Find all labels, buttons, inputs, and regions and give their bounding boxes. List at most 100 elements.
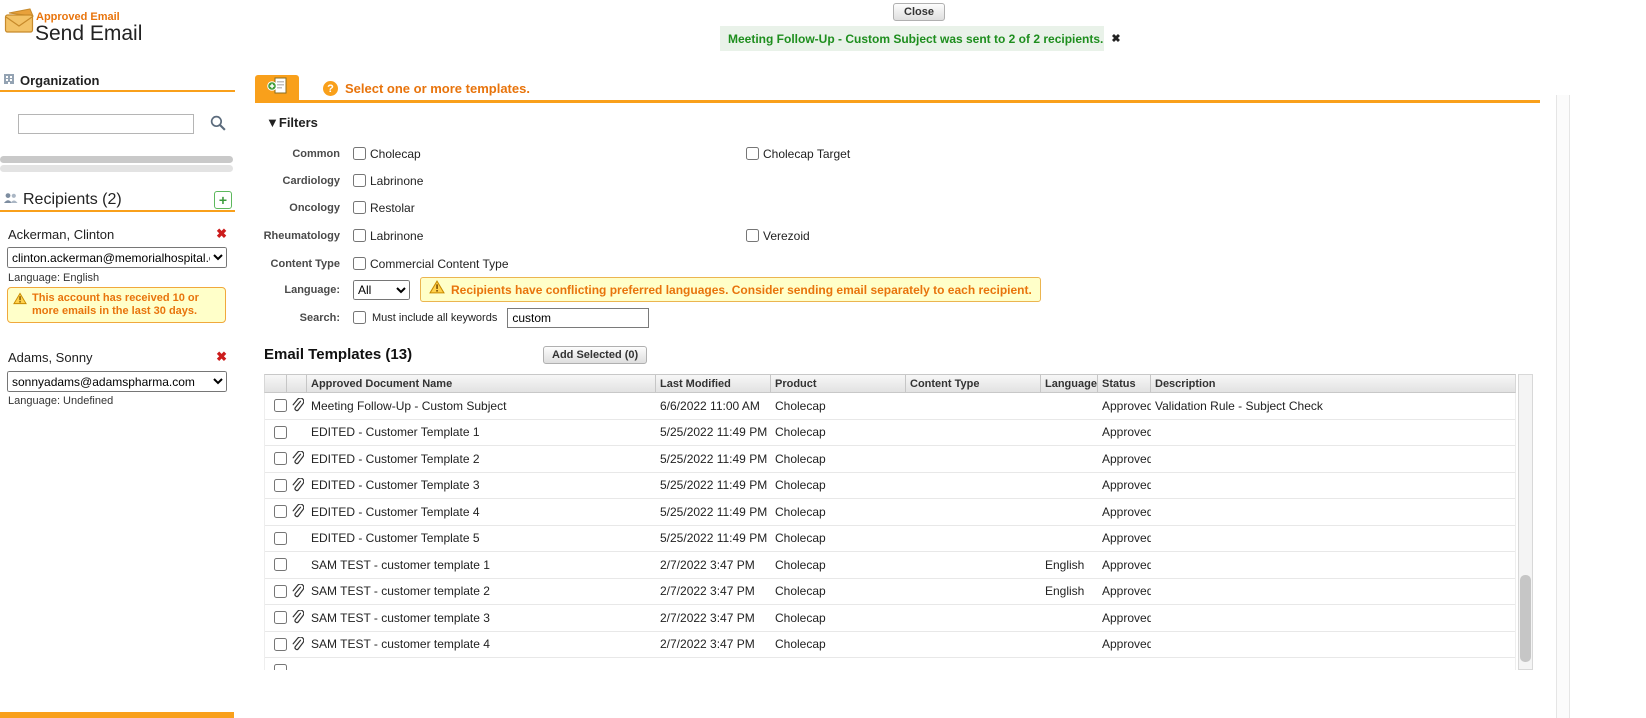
cell-last-modified: 2/7/2022 3:47 PM <box>656 584 771 598</box>
col-product[interactable]: Product <box>771 375 906 392</box>
cell-product: Cholecap <box>771 531 906 545</box>
row-checkbox[interactable] <box>274 611 287 624</box>
add-selected-button[interactable]: Add Selected (0) <box>543 346 647 364</box>
row-checkbox[interactable] <box>274 452 287 465</box>
cell-document-name: EDITED - Customer Template 5 <box>307 531 656 545</box>
recipient-email-select[interactable]: sonnyadams@adamspharma.com <box>7 371 227 392</box>
help-icon: ? <box>323 81 338 96</box>
table-row: SAM TEST - customer template 3 2/7/2022 … <box>265 605 1515 632</box>
cell-status: Approved <box>1098 558 1151 572</box>
filter-checkbox-labrinone-rheum[interactable] <box>353 229 366 242</box>
filter-row-cardiology: Cardiology Labrinone <box>255 170 1355 191</box>
chevron-down-icon: ▼ <box>266 115 279 130</box>
cell-status: Approved <box>1098 637 1151 651</box>
row-checkbox[interactable] <box>274 505 287 518</box>
filter-option-label: Commercial Content Type <box>370 257 509 271</box>
recipient-email-select[interactable]: clinton.ackerman@memorialhospital.com <box>7 247 227 268</box>
cell-last-modified: 5/25/2022 11:49 PM <box>656 452 771 466</box>
col-language[interactable]: Language <box>1041 375 1098 392</box>
filters-title: Filters <box>279 115 318 130</box>
cell-document-name: SAM TEST - customer template 3 <box>307 611 656 625</box>
filter-row-rheumatology: Rheumatology Labrinone Verezoid <box>255 225 1355 246</box>
remove-recipient-icon[interactable]: ✖ <box>216 349 227 365</box>
cell-status: Approved <box>1098 478 1151 492</box>
organization-icon <box>3 72 15 90</box>
approved-email-logo-icon <box>4 7 36 40</box>
recipient-language: Language: English <box>8 272 99 284</box>
cell-document-name: EDITED - Customer Template 2 <box>307 452 656 466</box>
filter-row-language: Language: All Recipients have conflictin… <box>255 279 1355 300</box>
cell-document-name: EDITED - Customer Template 1 <box>307 425 656 439</box>
template-search-input[interactable] <box>507 308 649 328</box>
row-checkbox[interactable] <box>274 558 287 571</box>
recipients-icon <box>3 191 18 209</box>
table-row: SAM TEST - customer template 1 2/7/2022 … <box>265 552 1515 579</box>
cell-document-name: SAM TEST - customer template 2 <box>307 584 656 598</box>
email-templates-title: Email Templates (13) <box>264 346 412 363</box>
col-approved-document-name[interactable]: Approved Document Name <box>307 375 656 392</box>
cell-last-modified: 2/7/2022 3:47 PM <box>656 611 771 625</box>
add-document-icon <box>267 77 288 99</box>
filter-checkbox-restolar[interactable] <box>353 201 366 214</box>
cell-document-name: SAM TEST - customer template 1 <box>307 558 656 572</box>
row-checkbox[interactable] <box>274 399 287 412</box>
table-scrollbar-thumb[interactable] <box>1520 575 1531 662</box>
cell-document-name: SAM TEST - customer template 4 <box>307 637 656 651</box>
cell-document-name: EDITED - Customer Template 3 <box>307 478 656 492</box>
cell-description: Validation Rule - Subject Check <box>1151 399 1515 413</box>
toast-close-icon[interactable]: ✖ <box>1111 32 1120 45</box>
table-row <box>265 658 1515 670</box>
col-description[interactable]: Description <box>1151 375 1515 392</box>
page-scrollbar[interactable] <box>1556 95 1570 718</box>
filter-label: Language: <box>255 284 340 296</box>
recipient-row: Ackerman, Clinton ✖ <box>8 226 227 242</box>
row-checkbox[interactable] <box>274 585 287 598</box>
filter-checkbox-cholecap-target[interactable] <box>746 147 759 160</box>
tab-templates[interactable] <box>255 75 299 101</box>
filter-option-label: Labrinone <box>370 174 423 188</box>
filter-checkbox-commercial-content-type[interactable] <box>353 257 366 270</box>
filter-option-label: Restolar <box>370 201 415 215</box>
account-email-warning: This account has received 10 or more ema… <box>7 287 226 323</box>
org-list-scrollbar[interactable] <box>0 156 233 172</box>
org-search-input[interactable] <box>18 114 194 134</box>
col-last-modified[interactable]: Last Modified <box>656 375 771 392</box>
attachment-icon <box>291 504 304 519</box>
col-status[interactable]: Status <box>1098 375 1151 392</box>
row-checkbox[interactable] <box>274 479 287 492</box>
filter-checkbox-verezoid[interactable] <box>746 229 759 242</box>
attachment-icon <box>291 398 304 413</box>
close-button[interactable]: Close <box>893 3 945 21</box>
cell-status: Approved <box>1098 531 1151 545</box>
filters-toggle[interactable]: ▼Filters <box>266 115 318 130</box>
recipient-name: Ackerman, Clinton <box>8 227 114 242</box>
add-recipient-button[interactable]: + <box>214 191 232 209</box>
template-hint: ? Select one or more templates. <box>323 81 530 96</box>
cell-language: English <box>1041 584 1098 598</box>
filter-option-label: Cholecap Target <box>763 147 850 161</box>
row-checkbox[interactable] <box>274 426 287 439</box>
table-scrollbar[interactable] <box>1518 374 1533 670</box>
cell-language: English <box>1041 558 1098 572</box>
table-row: EDITED - Customer Template 3 5/25/2022 1… <box>265 473 1515 500</box>
remove-recipient-icon[interactable]: ✖ <box>216 226 227 242</box>
recipients-title: Recipients (2) <box>23 191 122 209</box>
col-content-type[interactable]: Content Type <box>906 375 1041 392</box>
filter-label: Common <box>255 148 340 160</box>
language-filter-select[interactable]: All <box>353 280 410 300</box>
row-checkbox[interactable] <box>274 664 287 670</box>
filter-row-content-type: Content Type Commercial Content Type <box>255 253 1355 274</box>
filter-checkbox-labrinone[interactable] <box>353 174 366 187</box>
cell-product: Cholecap <box>771 425 906 439</box>
row-checkbox[interactable] <box>274 638 287 651</box>
cell-status: Approved <box>1098 452 1151 466</box>
cell-last-modified: 2/7/2022 3:47 PM <box>656 558 771 572</box>
cell-document-name: Meeting Follow-Up - Custom Subject <box>307 399 656 413</box>
cell-product: Cholecap <box>771 399 906 413</box>
keywords-checkbox[interactable] <box>353 311 366 324</box>
filter-checkbox-cholecap[interactable] <box>353 147 366 160</box>
org-search-button[interactable] <box>207 114 229 134</box>
row-checkbox[interactable] <box>274 532 287 545</box>
filter-row-common: Common Cholecap Cholecap Target <box>255 143 1355 164</box>
organization-title: Organization <box>20 73 99 88</box>
